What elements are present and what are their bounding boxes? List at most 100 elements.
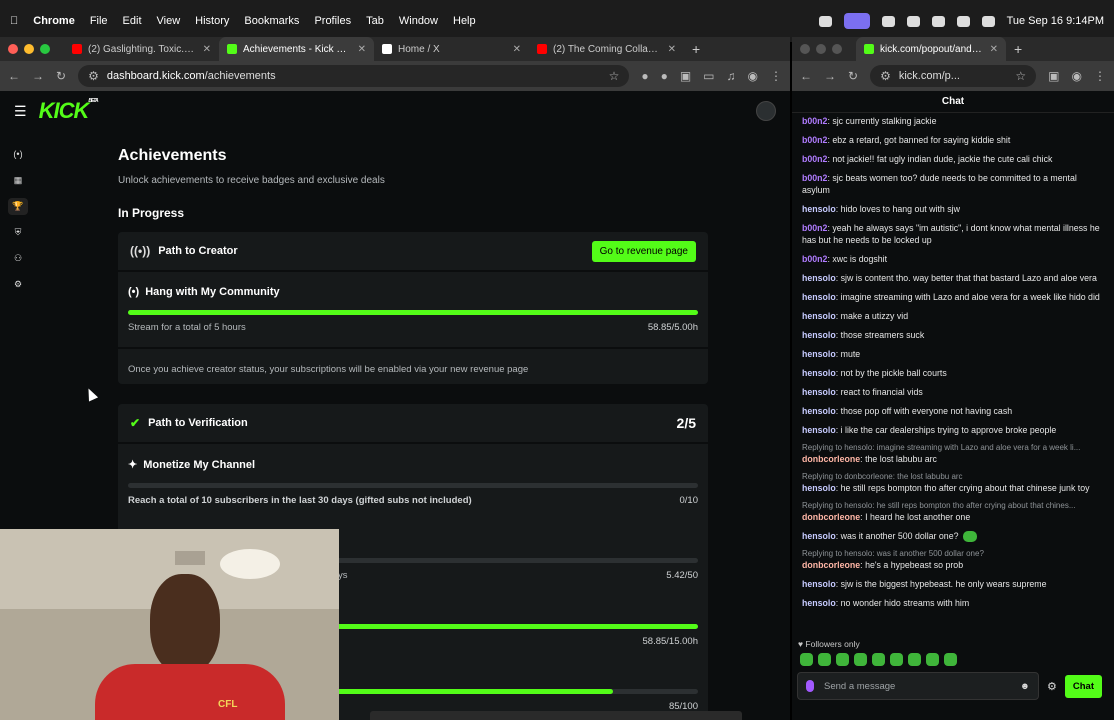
address-bar[interactable]: ⚙ kick.com/p... ☆ [870, 65, 1037, 87]
tab-coming-collapse[interactable]: (2) The Coming Collapse of P ✕ [529, 37, 684, 61]
sidebar-item-achievements[interactable]: 🏆 [0, 193, 36, 219]
zoom-window-button[interactable] [40, 44, 50, 54]
menu-tab[interactable]: Tab [366, 15, 384, 27]
wifi-icon[interactable] [931, 15, 945, 27]
chat-input[interactable]: Send a message ☻ [797, 672, 1039, 700]
dock[interactable] [370, 711, 742, 720]
chat-username[interactable]: hensolo [802, 330, 836, 340]
chat-message[interactable]: b00n2: sjc beats women too? dude needs t… [802, 172, 1104, 196]
chat-message[interactable]: hensolo: was it another 500 dollar one? [802, 530, 1104, 543]
chat-username[interactable]: b00n2 [802, 254, 827, 264]
menu-app-name[interactable]: Chrome [33, 15, 75, 27]
menu-history[interactable]: History [195, 15, 229, 27]
tab-achievements[interactable]: Achievements - Kick Dashboard ✕ [219, 37, 374, 61]
microphone-icon[interactable] [806, 680, 814, 692]
reply-reference[interactable]: Replying to hensolo: imagine streaming w… [802, 443, 1104, 452]
chat-message[interactable]: b00n2: sjc currently stalking jackie [802, 115, 1104, 127]
chat-message[interactable]: b00n2: xwc is dogshit [802, 253, 1104, 265]
chat-username[interactable]: hensolo [802, 425, 836, 435]
bookmark-star-icon[interactable]: ☆ [609, 69, 620, 83]
chat-username[interactable]: donbcorleone [802, 512, 860, 522]
emoji-icon[interactable]: ☻ [1020, 681, 1030, 692]
emote-button[interactable] [890, 653, 903, 666]
more-menu-icon[interactable]: ⋮ [1094, 69, 1106, 83]
chat-message[interactable]: b00n2: not jackie!! fat ugly indian dude… [802, 153, 1104, 165]
chat-username[interactable]: hensolo [802, 579, 836, 589]
reply-reference[interactable]: Replying to hensolo: was it another 500 … [802, 549, 1104, 558]
more-menu-icon[interactable]: ⋮ [770, 69, 782, 83]
close-window-button[interactable] [8, 44, 18, 54]
menu-clock[interactable]: Tue Sep 16 9:14PM [1007, 15, 1104, 27]
address-bar[interactable]: ⚙ dashboard.kick.com/achievements ☆ [78, 65, 630, 87]
bookmark-star-icon[interactable]: ☆ [1015, 69, 1026, 83]
chat-username[interactable]: donbcorleone [802, 560, 860, 570]
chat-username[interactable]: hensolo [802, 204, 836, 214]
menu-edit[interactable]: Edit [123, 15, 142, 27]
sidebar-item-settings[interactable]: ⚙ [0, 271, 36, 297]
forward-icon[interactable]: → [32, 69, 44, 83]
revenue-page-button[interactable]: Go to revenue page [591, 240, 696, 262]
chat-message[interactable]: hensolo: mute [802, 348, 1104, 360]
extensions-puzzle-icon[interactable]: ▣ [1048, 69, 1059, 83]
new-tab-icon[interactable]: + [692, 41, 700, 57]
reload-icon[interactable]: ↻ [56, 69, 66, 83]
profile-avatar-icon[interactable]: ◉ [748, 69, 758, 83]
chat-message[interactable]: b00n2: ebz a retard, got banned for sayi… [802, 134, 1104, 146]
new-tab-icon[interactable]: + [1014, 41, 1022, 57]
minimize-window-button[interactable] [24, 44, 34, 54]
forward-icon[interactable]: → [824, 69, 836, 83]
close-tab-icon[interactable]: ✕ [668, 44, 676, 55]
chat-message[interactable]: hensolo: sjw is the biggest hypebeast. h… [802, 578, 1104, 590]
tab-gaslighting[interactable]: (2) Gaslighting. Toxic. B*tch. ✕ [64, 37, 219, 61]
chat-message[interactable]: Replying to hensolo: was it another 500 … [802, 549, 1104, 571]
control-center-icon[interactable] [981, 15, 995, 27]
profile-avatar-icon[interactable]: ◉ [1072, 69, 1082, 83]
chat-username[interactable]: hensolo [802, 598, 836, 608]
close-tab-icon[interactable]: ✕ [513, 44, 521, 55]
emote-button[interactable] [926, 653, 939, 666]
search-icon[interactable] [956, 15, 970, 27]
emote-button[interactable] [944, 653, 957, 666]
chat-settings-gear-icon[interactable]: ⚙ [1047, 680, 1057, 693]
send-chat-button[interactable]: Chat [1064, 674, 1102, 698]
chat-username[interactable]: hensolo [802, 531, 836, 541]
chat-message[interactable]: Replying to hensolo: he still reps bompt… [802, 501, 1104, 523]
close-window-button[interactable] [800, 44, 810, 54]
close-tab-icon[interactable]: ✕ [358, 44, 366, 55]
extension-status-icon[interactable] [881, 15, 895, 27]
chat-username[interactable]: b00n2 [802, 154, 827, 164]
chat-message[interactable]: hensolo: react to financial vids [802, 386, 1104, 398]
reply-reference[interactable]: Replying to hensolo: he still reps bompt… [802, 501, 1104, 510]
chat-message[interactable]: hensolo: i like the car dealerships tryi… [802, 424, 1104, 436]
chat-message[interactable]: hensolo: those pop off with everyone not… [802, 405, 1104, 417]
cast-icon[interactable]: ▭ [703, 69, 714, 83]
chat-username[interactable]: donbcorleone [802, 454, 860, 464]
sidebar-item-stream[interactable]: (•) [0, 141, 36, 167]
chat-message[interactable]: hensolo: no wonder hido streams with him [802, 597, 1104, 609]
chat-username[interactable]: hensolo [802, 292, 836, 302]
menu-file[interactable]: File [90, 15, 108, 27]
reload-icon[interactable]: ↻ [848, 69, 858, 83]
sidebar-item-community[interactable]: ⚇ [0, 245, 36, 271]
screen-share-icon[interactable] [843, 13, 870, 29]
back-icon[interactable]: ← [800, 69, 812, 83]
menu-bookmarks[interactable]: Bookmarks [244, 15, 299, 27]
chat-username[interactable]: hensolo [802, 483, 836, 493]
chat-username[interactable]: hensolo [802, 311, 836, 321]
chat-emote[interactable] [962, 531, 977, 543]
chat-username[interactable]: b00n2 [802, 223, 827, 233]
chat-message[interactable]: hensolo: hido loves to hang out with sjw [802, 203, 1104, 215]
chat-username[interactable]: b00n2 [802, 173, 827, 183]
sidebar-item-analytics[interactable]: ▦ [0, 167, 36, 193]
emote-button[interactable] [854, 653, 867, 666]
chat-message[interactable]: b00n2: yeah he always says "im autistic"… [802, 222, 1104, 246]
chat-message[interactable]: hensolo: not by the pickle ball courts [802, 367, 1104, 379]
minimize-window-button[interactable] [816, 44, 826, 54]
hamburger-menu-icon[interactable]: ☰ [14, 103, 27, 120]
chat-username[interactable]: hensolo [802, 273, 836, 283]
extensions-puzzle-icon[interactable]: ▣ [680, 69, 691, 83]
battery-icon[interactable] [906, 15, 920, 27]
chat-message[interactable]: hensolo: those streamers suck [802, 329, 1104, 341]
chat-message[interactable]: Replying to hensolo: imagine streaming w… [802, 443, 1104, 465]
zoom-window-button[interactable] [832, 44, 842, 54]
